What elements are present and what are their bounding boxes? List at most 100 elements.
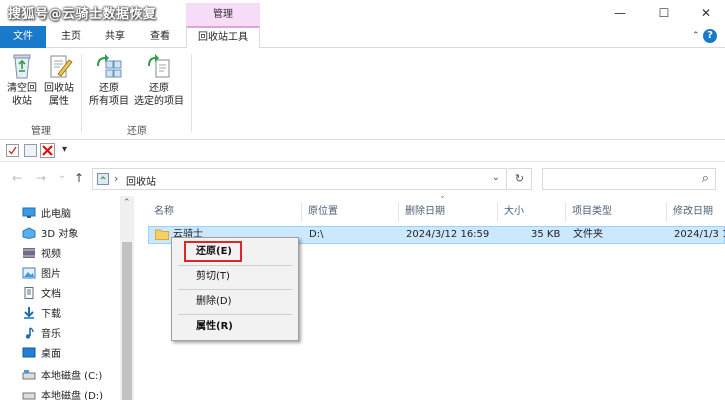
address-dropdown-icon[interactable]: ⌄: [492, 172, 500, 183]
menu-item-restore[interactable]: 还原(E): [196, 243, 232, 261]
file-original-location: D:\: [309, 229, 324, 240]
this-pc-icon: [22, 207, 36, 219]
nav-item-desktop[interactable]: 桌面: [22, 346, 61, 364]
music-icon: [22, 327, 36, 339]
desktop-icon: [22, 347, 36, 359]
sort-indicator-icon: ˇ: [440, 196, 445, 207]
close-button[interactable]: ✕: [690, 3, 722, 23]
nav-item-documents[interactable]: 文档: [22, 286, 61, 304]
empty-recycle-bin-icon: [7, 52, 37, 80]
nav-item-downloads[interactable]: 下载: [22, 306, 61, 324]
maximize-button[interactable]: ☐: [648, 3, 680, 23]
back-button[interactable]: ←: [12, 171, 22, 185]
properties-icon: [44, 52, 74, 80]
column-header-item-type[interactable]: 项目类型: [566, 202, 667, 222]
videos-icon: [22, 247, 36, 259]
empty-recycle-bin-label: 清空回 收站: [7, 83, 37, 107]
restore-all-icon: [94, 52, 124, 80]
menu-item-properties[interactable]: 属性(R): [196, 318, 233, 336]
context-tab-group-label: 管理: [186, 3, 260, 26]
search-icon: ⌕: [701, 171, 709, 186]
navigation-bar: ← → ⌄ ↑ › 回收站 ⌄ ↻ ⌕: [0, 162, 725, 196]
menu-item-cut[interactable]: 剪切(T): [196, 268, 230, 286]
search-input[interactable]: ⌕: [542, 168, 716, 190]
nav-pane-scrollbar-thumb[interactable]: [122, 242, 132, 400]
minimize-button[interactable]: —: [604, 3, 636, 23]
nav-item-drive-d[interactable]: 本地磁盘 (D:): [22, 388, 103, 400]
breadcrumb-separator: ›: [114, 172, 119, 185]
file-size: 35 KB: [531, 229, 561, 240]
empty-recycle-bin-button[interactable]: 清空回 收站: [4, 52, 40, 108]
delete-x-icon[interactable]: [40, 143, 55, 161]
nav-label: 视频: [41, 249, 61, 260]
nav-item-drive-c[interactable]: 本地磁盘 (C:): [22, 368, 102, 386]
tab-view[interactable]: 查看: [140, 26, 180, 48]
documents-icon: [22, 287, 36, 299]
column-header-date-deleted[interactable]: 删除日期: [399, 202, 498, 222]
nav-label: 此电脑: [41, 209, 71, 220]
nav-item-this-pc[interactable]: 此电脑: [22, 206, 71, 224]
restore-selected-button[interactable]: 还原 选定的项目: [132, 52, 186, 108]
3d-objects-icon: [22, 227, 36, 240]
refresh-button[interactable]: ↻: [508, 168, 532, 190]
nav-item-videos[interactable]: 视频: [22, 246, 61, 264]
ribbon-group-separator: [81, 54, 82, 132]
column-header-date-modified[interactable]: 修改日期: [667, 202, 725, 222]
column-header-name[interactable]: 名称: [148, 202, 302, 222]
quick-access-toolbar: ▾: [0, 140, 725, 162]
nav-label: 3D 对象: [41, 229, 79, 240]
address-bar[interactable]: › 回收站 ⌄: [92, 168, 507, 190]
restore-selected-label: 还原 选定的项目: [134, 83, 184, 107]
context-menu: 还原(E) 剪切(T) 删除(D) 属性(R): [171, 237, 299, 341]
recent-locations-icon[interactable]: ⌄: [58, 170, 66, 181]
ribbon: 清空回 收站 回收站 属性 管理 还原 所有项目 还原 选定的项目 还原: [0, 48, 725, 140]
ribbon-tabs: 文件 主页 共享 查看 回收站工具 ⌃ ?: [0, 26, 725, 49]
column-header-original-location[interactable]: 原位置: [302, 202, 399, 222]
drive-icon: [22, 369, 36, 381]
restore-all-button[interactable]: 还原 所有项目: [86, 52, 132, 108]
folder-icon: [155, 228, 169, 244]
menu-separator: [178, 314, 292, 315]
nav-label: 本地磁盘 (C:): [41, 371, 103, 382]
recycle-bin-properties-button[interactable]: 回收站 属性: [42, 52, 76, 108]
watermark: 搜狐号@云骑士数据恢复: [8, 7, 157, 22]
help-icon[interactable]: ?: [703, 29, 717, 43]
scroll-up-icon[interactable]: ⌃: [123, 198, 131, 208]
file-date-modified: 2024/1/3 1: [674, 229, 725, 240]
tab-recycle-bin-tools[interactable]: 回收站工具: [186, 26, 260, 49]
nav-label: 文档: [41, 289, 61, 300]
file-date-deleted: 2024/3/12 16:59: [406, 229, 490, 240]
up-button[interactable]: ↑: [74, 171, 84, 185]
forward-button[interactable]: →: [36, 171, 46, 185]
tab-home[interactable]: 主页: [52, 26, 90, 48]
qat-customize-dropdown[interactable]: ▾: [62, 144, 67, 155]
collapse-ribbon-icon[interactable]: ⌃: [692, 31, 700, 41]
new-folder-icon[interactable]: [24, 144, 37, 160]
ribbon-group-manage-label: 管理: [31, 126, 51, 137]
nav-item-pictures[interactable]: 图片: [22, 266, 61, 284]
properties-check-icon[interactable]: [6, 144, 19, 160]
properties-label: 回收站 属性: [44, 83, 74, 107]
menu-separator: [178, 289, 292, 290]
restore-all-label: 还原 所有项目: [89, 83, 129, 107]
menu-separator: [178, 265, 292, 266]
menu-item-delete[interactable]: 删除(D): [196, 293, 232, 311]
nav-item-3d-objects[interactable]: 3D 对象: [22, 226, 78, 244]
navigation-pane: 此电脑 3D 对象 视频 图片 文档 下载 音乐 桌面 本地磁盘 (C:) 本地…: [0, 196, 135, 400]
breadcrumb-recycle-bin[interactable]: 回收站: [126, 173, 156, 188]
column-header-size[interactable]: 大小: [498, 202, 566, 222]
nav-item-music[interactable]: 音乐: [22, 326, 61, 344]
drive-icon: [22, 389, 36, 400]
file-type: 文件夹: [573, 229, 603, 240]
nav-label: 图片: [41, 269, 61, 280]
restore-selected-icon: [144, 52, 174, 80]
tab-share[interactable]: 共享: [96, 26, 134, 48]
title-bar: 搜狐号@云骑士数据恢复 管理 — ☐ ✕: [0, 0, 725, 26]
nav-pane-scrollbar[interactable]: ⌃: [120, 196, 134, 400]
nav-label: 本地磁盘 (D:): [41, 391, 104, 400]
nav-label: 音乐: [41, 329, 61, 340]
recycle-bin-small-icon: [97, 173, 109, 188]
tab-file[interactable]: 文件: [0, 26, 46, 48]
downloads-icon: [22, 307, 36, 319]
pictures-icon: [22, 267, 36, 279]
